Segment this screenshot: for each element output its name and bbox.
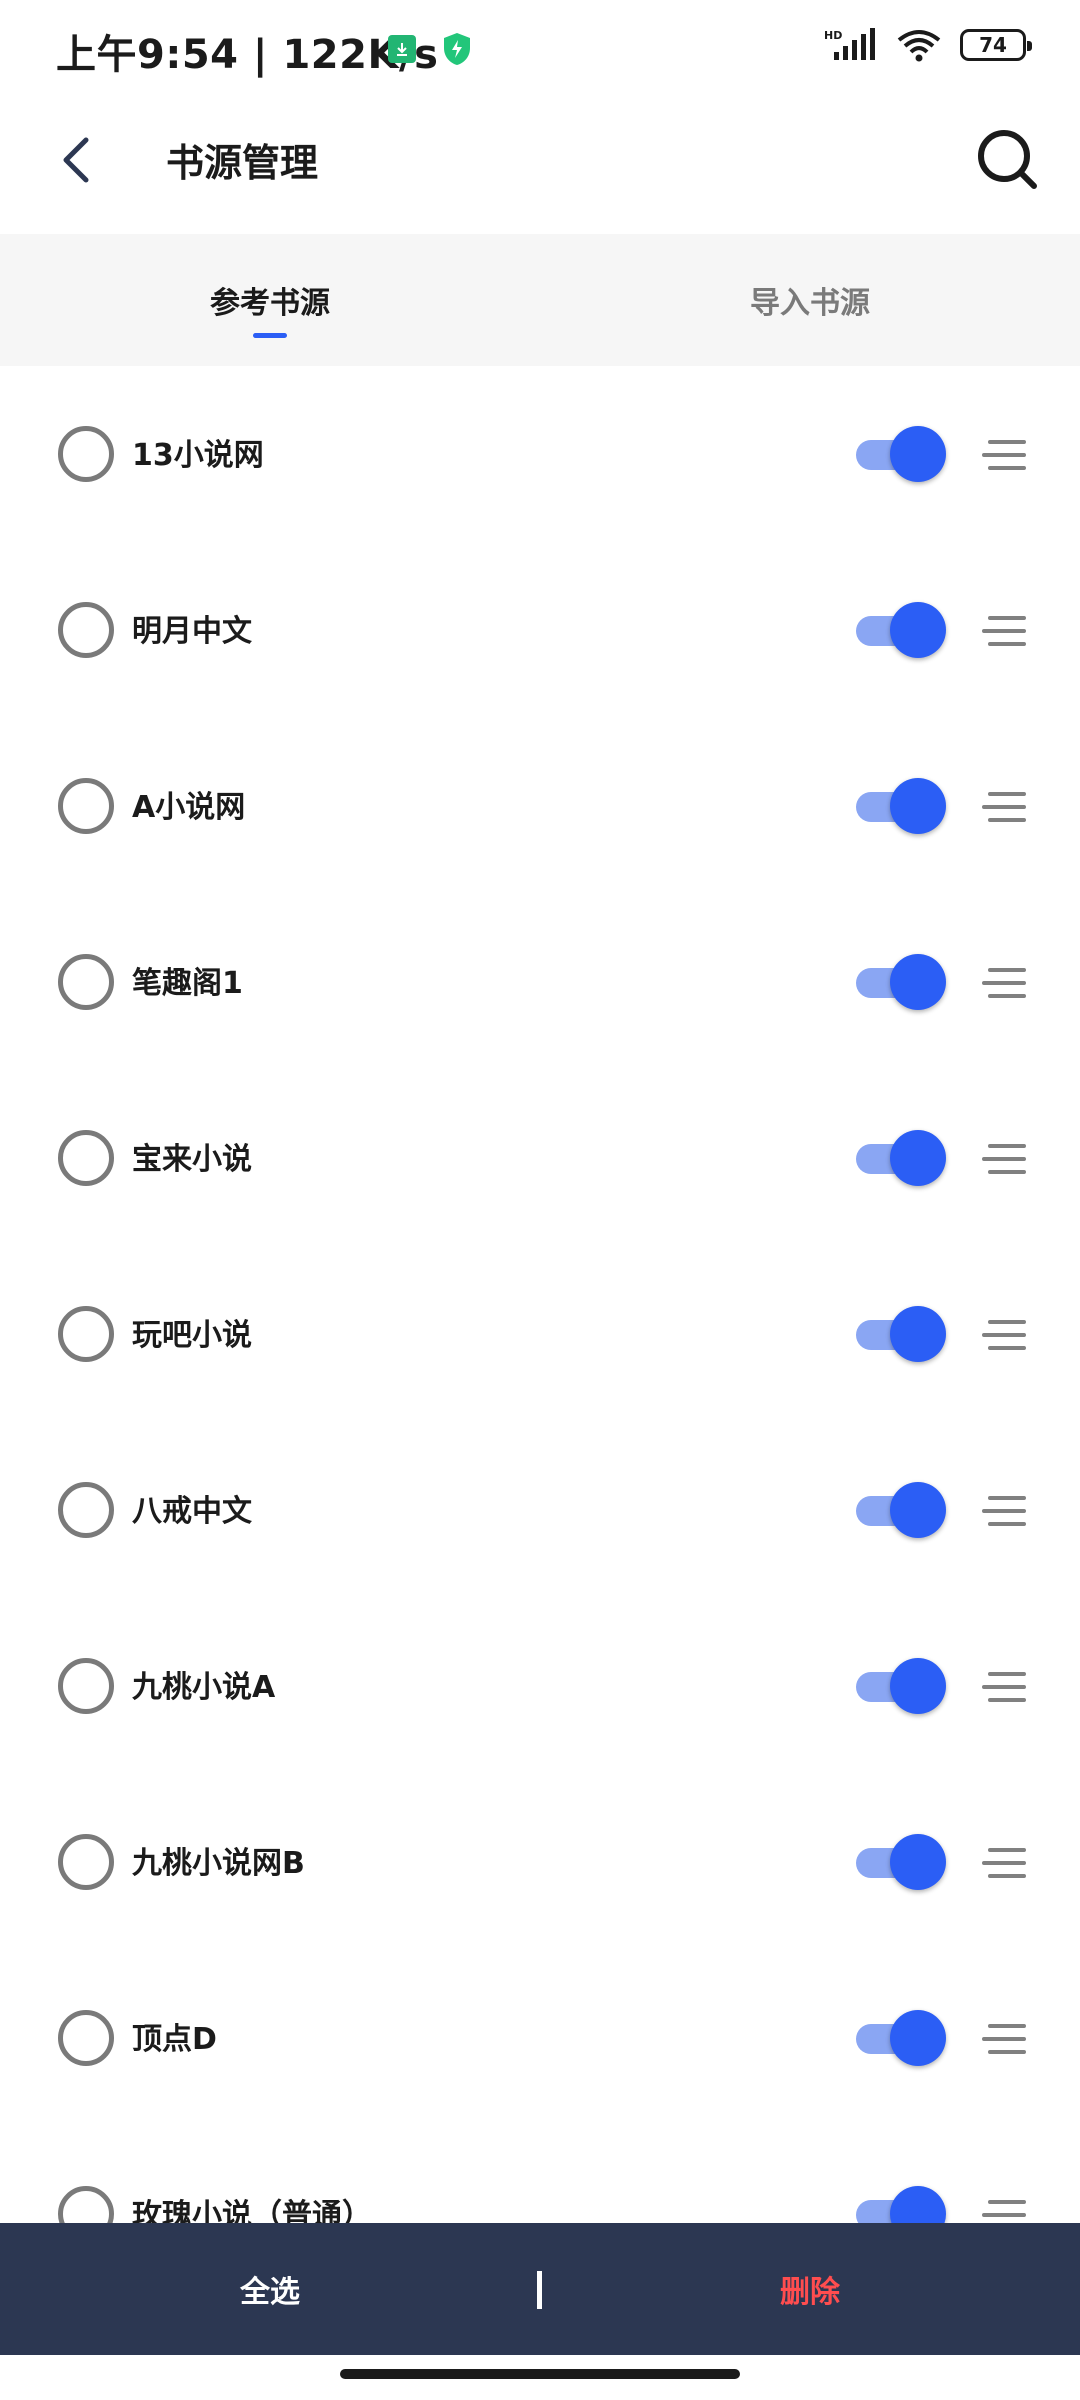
- source-name: 九桃小说A: [132, 1670, 276, 1705]
- list-item[interactable]: 九桃小说网B: [0, 1774, 1080, 1950]
- enable-toggle[interactable]: [856, 1130, 948, 1186]
- source-name: 明月中文: [132, 614, 252, 649]
- drag-handle-icon[interactable]: [980, 614, 1026, 648]
- tab-indicator: [253, 333, 287, 338]
- enable-toggle[interactable]: [856, 602, 948, 658]
- navigation-area: [0, 2355, 1080, 2400]
- source-name: A小说网: [132, 790, 246, 825]
- select-radio[interactable]: [58, 1482, 114, 1538]
- drag-handle-icon[interactable]: [980, 1318, 1026, 1352]
- delete-button[interactable]: 删除: [540, 2267, 1080, 2311]
- svg-text:HD: HD: [824, 29, 842, 42]
- enable-toggle[interactable]: [856, 426, 948, 482]
- enable-toggle[interactable]: [856, 2186, 948, 2223]
- list-item[interactable]: A小说网: [0, 718, 1080, 894]
- drag-handle-icon[interactable]: [980, 1670, 1026, 1704]
- drag-handle-icon[interactable]: [980, 438, 1026, 472]
- drag-handle-icon[interactable]: [980, 1142, 1026, 1176]
- status-bar: 上午9:54 | 122K/s HD 74: [0, 0, 1080, 100]
- battery-level: 74: [979, 33, 1007, 57]
- home-indicator[interactable]: [340, 2369, 740, 2379]
- status-time: 上午9:54 | 122K/s: [56, 32, 439, 78]
- source-list[interactable]: 13小说网 明月中文 A小说网 笔趣阁1 宝来小说 玩吧小说 八戒中文 九桃小说…: [0, 366, 1080, 2223]
- divider: [537, 2271, 542, 2309]
- list-item[interactable]: 笔趣阁1: [0, 894, 1080, 1070]
- wifi-icon: [897, 30, 941, 62]
- tab-reference-sources[interactable]: 参考书源: [0, 234, 540, 366]
- select-all-button[interactable]: 全选: [0, 2267, 540, 2311]
- list-item[interactable]: 玫瑰小说（普通）: [0, 2126, 1080, 2223]
- tab-bar: 参考书源 导入书源: [0, 234, 1080, 366]
- select-radio[interactable]: [58, 2186, 114, 2223]
- source-name: 玫瑰小说（普通）: [132, 2198, 372, 2223]
- select-radio[interactable]: [58, 1306, 114, 1362]
- status-right-icons: HD 74: [824, 28, 1032, 62]
- enable-toggle[interactable]: [856, 1482, 948, 1538]
- enable-toggle[interactable]: [856, 1306, 948, 1362]
- drag-handle-icon[interactable]: [980, 2022, 1026, 2056]
- search-icon[interactable]: [972, 124, 1042, 194]
- list-item[interactable]: 玩吧小说: [0, 1246, 1080, 1422]
- select-radio[interactable]: [58, 426, 114, 482]
- enable-toggle[interactable]: [856, 778, 948, 834]
- enable-toggle[interactable]: [856, 954, 948, 1010]
- select-radio[interactable]: [58, 602, 114, 658]
- list-item[interactable]: 宝来小说: [0, 1070, 1080, 1246]
- list-item[interactable]: 九桃小说A: [0, 1598, 1080, 1774]
- select-radio[interactable]: [58, 2010, 114, 2066]
- bottom-action-bar: 全选 删除: [0, 2223, 1080, 2355]
- drag-handle-icon[interactable]: [980, 790, 1026, 824]
- select-radio[interactable]: [58, 1130, 114, 1186]
- drag-handle-icon[interactable]: [980, 966, 1026, 1000]
- source-name: 宝来小说: [132, 1142, 252, 1177]
- select-radio[interactable]: [58, 1658, 114, 1714]
- drag-handle-icon[interactable]: [980, 1494, 1026, 1528]
- enable-toggle[interactable]: [856, 1658, 948, 1714]
- enable-toggle[interactable]: [856, 1834, 948, 1890]
- back-arrow-icon[interactable]: [52, 130, 112, 190]
- drag-handle-icon[interactable]: [980, 2198, 1026, 2223]
- list-item[interactable]: 13小说网: [0, 366, 1080, 542]
- tab-imported-sources[interactable]: 导入书源: [540, 234, 1080, 366]
- source-name: 玩吧小说: [132, 1318, 252, 1353]
- tab-label: 导入书源: [750, 286, 870, 321]
- battery-icon: 74: [960, 29, 1032, 61]
- list-item[interactable]: 明月中文: [0, 542, 1080, 718]
- source-name: 13小说网: [132, 438, 264, 473]
- select-radio[interactable]: [58, 778, 114, 834]
- source-name: 八戒中文: [132, 1494, 252, 1529]
- drag-handle-icon[interactable]: [980, 1846, 1026, 1880]
- page-title: 书源管理: [166, 141, 319, 185]
- enable-toggle[interactable]: [856, 2010, 948, 2066]
- select-radio[interactable]: [58, 954, 114, 1010]
- tab-label: 参考书源: [210, 286, 330, 321]
- signal-icon: HD: [824, 28, 875, 60]
- list-item[interactable]: 八戒中文: [0, 1422, 1080, 1598]
- status-left-icons: [388, 32, 472, 66]
- download-icon: [388, 35, 416, 63]
- source-name: 顶点D: [132, 2022, 217, 2057]
- source-name: 九桃小说网B: [132, 1846, 305, 1881]
- select-radio[interactable]: [58, 1834, 114, 1890]
- source-name: 笔趣阁1: [132, 966, 243, 1001]
- shield-icon: [442, 32, 472, 66]
- list-item[interactable]: 顶点D: [0, 1950, 1080, 2126]
- header: 书源管理: [0, 100, 1080, 234]
